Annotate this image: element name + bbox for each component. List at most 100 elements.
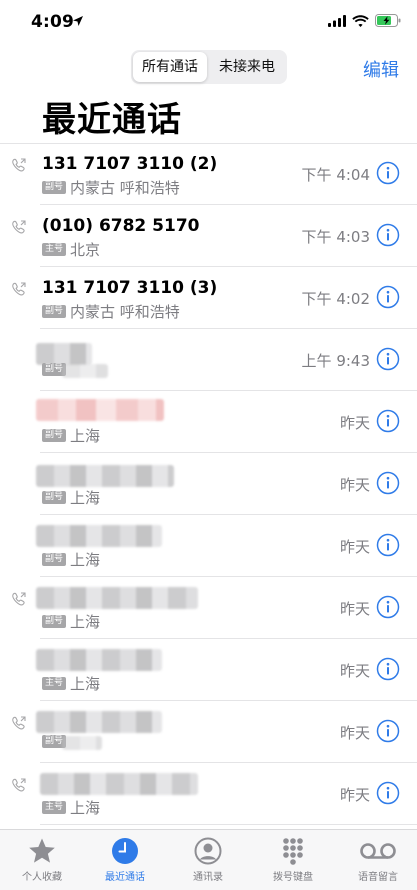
info-icon[interactable] <box>376 657 400 681</box>
tab-label: 个人收藏 <box>22 872 62 883</box>
tab-favorites[interactable]: 个人收藏 <box>0 836 84 886</box>
caller-location: 上海 <box>70 427 101 445</box>
call-row[interactable]: 副号 上海 昨天 <box>0 453 417 515</box>
star-icon <box>29 838 55 863</box>
call-row[interactable]: 副号 上海 昨天 <box>0 577 417 639</box>
caller-location: 上海 <box>70 799 101 817</box>
call-row[interactable]: 主号 上海 昨天 <box>0 763 417 825</box>
page-title: 最近通话 <box>42 100 182 140</box>
call-time: 昨天 <box>339 414 370 432</box>
call-subline: 副号 内蒙古 呼和浩特 <box>42 301 180 322</box>
tab-voicemail[interactable]: 语音留言 <box>336 836 417 886</box>
location-arrow-icon <box>73 16 83 26</box>
caller-location: 上海 <box>70 613 101 631</box>
sim-badge: 主号 <box>42 243 67 256</box>
caller-location: 内蒙古 呼和浩特 <box>70 303 180 321</box>
call-subline: 主号 北京 <box>42 239 100 260</box>
tab-contacts[interactable]: 通讯录 <box>166 836 250 886</box>
sim-badge: 副号 <box>42 553 67 566</box>
caller-location: 上海 <box>70 675 101 693</box>
phone-recents-screen: 4:09 所有通话 未接来电 编辑 最近通话 131 7107 3110 (2)… <box>0 0 417 890</box>
redacted-caller-name <box>40 773 198 795</box>
recent-calls-list: 131 7107 3110 (2) 副号 内蒙古 呼和浩特 下午 4:04 (0… <box>0 143 417 825</box>
info-icon[interactable] <box>376 409 400 433</box>
call-time: 下午 4:03 <box>301 228 370 246</box>
wifi-icon <box>352 14 369 27</box>
caller-name: (010) 6782 5170 <box>42 216 200 236</box>
status-icons <box>328 14 401 27</box>
sim-badge: 副号 <box>42 429 67 442</box>
redacted-caller-name <box>36 525 162 547</box>
outgoing-call-icon <box>12 592 26 606</box>
call-row[interactable]: 副号 上午 9:43 <box>0 329 417 391</box>
tab-label: 通讯录 <box>193 872 223 883</box>
keypad-icon <box>283 838 303 865</box>
call-time: 昨天 <box>339 786 370 804</box>
sim-badge: 副号 <box>42 305 67 318</box>
redacted-location <box>62 364 108 378</box>
info-icon[interactable] <box>376 471 400 495</box>
caller-name: 131 7107 3110 (3) <box>42 278 218 298</box>
info-icon[interactable] <box>376 347 400 371</box>
caller-name: 131 7107 3110 (2) <box>42 154 218 174</box>
call-subline: 副号 上海 <box>42 425 100 446</box>
call-row[interactable]: 副号 昨天 <box>0 701 417 763</box>
redacted-location <box>62 736 102 750</box>
contacts-icon <box>194 837 222 865</box>
outgoing-call-icon <box>12 282 26 296</box>
tab-keypad[interactable]: 拨号键盘 <box>251 836 335 886</box>
tab-label: 语音留言 <box>358 872 398 883</box>
redacted-caller-name <box>36 649 162 671</box>
tab-label: 拨号键盘 <box>273 872 313 883</box>
voicemail-icon <box>360 843 396 859</box>
info-icon[interactable] <box>376 533 400 557</box>
call-time: 上午 9:43 <box>301 352 370 370</box>
outgoing-call-icon <box>12 220 26 234</box>
call-subline: 副号 上海 <box>42 611 100 632</box>
tab-recents[interactable]: 最近通话 <box>83 836 167 886</box>
info-icon[interactable] <box>376 781 400 805</box>
segment-all-calls[interactable]: 所有通话 <box>133 52 207 82</box>
call-row[interactable]: 副号 上海 昨天 <box>0 391 417 453</box>
battery-icon <box>375 14 401 27</box>
call-time: 昨天 <box>339 476 370 494</box>
call-row[interactable]: (010) 6782 5170 主号 北京 下午 4:03 <box>0 205 417 267</box>
calls-filter-segmented-control: 所有通话 未接来电 <box>131 50 287 84</box>
caller-location: 北京 <box>70 241 101 259</box>
sim-badge: 主号 <box>42 677 67 690</box>
sim-badge: 副号 <box>42 615 67 628</box>
clock-icon <box>112 838 138 864</box>
call-row[interactable]: 主号 上海 昨天 <box>0 639 417 701</box>
call-subline: 副号 内蒙古 呼和浩特 <box>42 177 180 198</box>
call-row[interactable]: 131 7107 3110 (3) 副号 内蒙古 呼和浩特 下午 4:02 <box>0 267 417 329</box>
redacted-caller-name <box>36 587 198 609</box>
sim-badge: 副号 <box>42 181 67 194</box>
tab-bar: 个人收藏 最近通话 通讯录 拨号键盘 语音留言 <box>0 829 417 890</box>
info-icon[interactable] <box>376 285 400 309</box>
redacted-caller-name <box>36 465 174 487</box>
status-time: 4:09 <box>31 12 75 32</box>
call-row[interactable]: 副号 上海 昨天 <box>0 515 417 577</box>
call-subline: 副号 上海 <box>42 549 100 570</box>
outgoing-call-icon <box>12 778 26 792</box>
call-time: 昨天 <box>339 662 370 680</box>
call-time: 下午 4:04 <box>301 166 370 184</box>
call-time: 昨天 <box>339 600 370 618</box>
info-icon[interactable] <box>376 223 400 247</box>
caller-location: 上海 <box>70 489 101 507</box>
call-time: 昨天 <box>339 538 370 556</box>
call-subline: 主号 上海 <box>42 797 100 818</box>
outgoing-call-icon <box>12 158 26 172</box>
edit-button[interactable]: 编辑 <box>363 56 399 82</box>
segment-missed-calls[interactable]: 未接来电 <box>209 52 285 82</box>
redacted-caller-name <box>36 399 164 421</box>
call-time: 下午 4:02 <box>301 290 370 308</box>
info-icon[interactable] <box>376 161 400 185</box>
redacted-caller-name <box>36 343 92 365</box>
sim-badge: 副号 <box>42 491 67 504</box>
info-icon[interactable] <box>376 719 400 743</box>
call-subline: 副号 上海 <box>42 487 100 508</box>
cellular-signal-icon <box>328 14 346 27</box>
info-icon[interactable] <box>376 595 400 619</box>
call-row[interactable]: 131 7107 3110 (2) 副号 内蒙古 呼和浩特 下午 4:04 <box>0 143 417 205</box>
